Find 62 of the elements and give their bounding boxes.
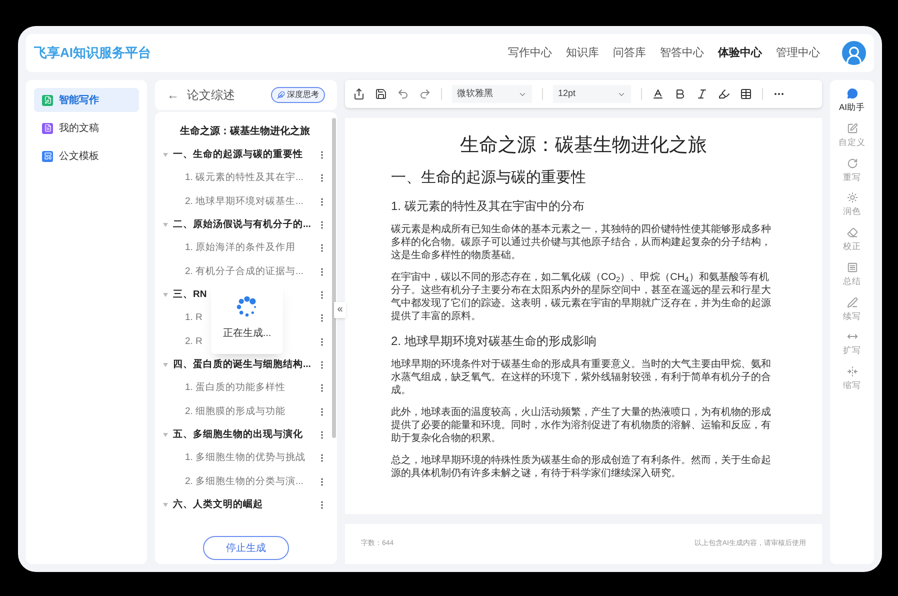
sidebar-item[interactable]: 我的文稿 (34, 116, 139, 140)
nav-link[interactable]: 知识库 (566, 44, 599, 62)
outline-section[interactable]: 五、多细胞生物的出现与演化 (173, 428, 317, 442)
avatar-icon[interactable] (842, 41, 866, 65)
outline-item[interactable]: 2. 地球早期环境对碳基生... (185, 194, 317, 210)
outline-section[interactable]: 四、蛋白质的诞生与细胞结构... (173, 358, 317, 372)
document-title: 生命之源：碳基生物进化之旅 (459, 134, 708, 158)
sidebar-item[interactable]: 公文模板 (34, 144, 139, 168)
table-icon[interactable] (740, 88, 752, 100)
nav-link[interactable]: 智答中心 (660, 44, 704, 62)
list-icon (846, 262, 858, 273)
outline-item[interactable]: 1. 蛋白质的功能多样性 (185, 380, 317, 396)
tool-button[interactable]: AI助手 (838, 88, 866, 114)
fold-icon (846, 366, 858, 377)
text-color-icon[interactable] (652, 88, 664, 100)
outline-section[interactable]: 二、原始汤假说与有机分子的... (173, 218, 317, 232)
chat-bubble-icon (846, 88, 858, 99)
sun-icon (846, 192, 858, 204)
redo-icon[interactable] (419, 88, 431, 100)
paragraph: 地球早期的环境条件对于碳基生命的形成具有重要意义。当时的大气主要由甲烷、氨和水蒸气组成，缺乏氧气。在这样的环境下，紫外线辐射较强，有利于简单有机分子的合成。 (391, 358, 772, 397)
panel-title: 论文综述 (187, 87, 235, 104)
eraser-icon (846, 227, 858, 238)
back-button[interactable]: ← (167, 86, 179, 104)
logo: 飞享AI知识服务平台 (34, 44, 151, 62)
save-icon[interactable] (375, 88, 387, 100)
outline-item[interactable]: 1. 多细胞生物的优势与挑战 (185, 450, 317, 466)
outline-item[interactable]: 2. 有机分子合成的证据与... (185, 264, 317, 280)
share-icon[interactable] (353, 88, 365, 100)
deep-thinking-badge[interactable]: 深度思考 (271, 87, 325, 103)
collapse-button[interactable]: « (334, 302, 346, 318)
section-heading: 一、生命的起源与碳的重要性 (391, 168, 587, 188)
paragraph: 碳元素是构成所有已知生命体的基本元素之一，其独特的四价键特性使其能够形成多种多样的化合物。碳原子可以通过共价键与其他原子结合，从而构建起复杂的分子结构，这是生命多样性的物质基础。 (391, 223, 772, 262)
font-select[interactable]: 微软雅黑 (452, 85, 532, 103)
paragraph: 此外，地球表面的温度较高，火山活动频繁，产生了大量的热液喷口，为有机物的形成提供了必要的能量和环境。同时，水作为溶剂促进了有机物质的溶解、运输和反应，有助于复杂化合物的积累。 (391, 406, 772, 445)
nav-link[interactable]: 问答库 (613, 44, 646, 62)
outline-item[interactable]: 2. 多细胞生物的分类与演... (185, 474, 317, 490)
stop-button[interactable]: 停止生成 (203, 536, 289, 560)
nav-link[interactable]: 体验中心 (718, 44, 762, 62)
outline-section[interactable]: 六、人类文明的崛起 (173, 498, 317, 512)
scrollbar[interactable] (332, 118, 336, 438)
outline-section[interactable]: 一、生命的起源与碳的重要性 (173, 148, 317, 162)
nav-link[interactable]: 写作中心 (508, 44, 552, 62)
paragraph: 在宇宙中，碳以不同的形态存在，如二氧化碳（CO$_{2}$）、甲烷（CH$_{4}$）和氨基酸等有机分子。这些有机分子主要分布在太阳系内外的星际空间中，甚至在遥远的星云和行星大气中都发现了它们的踪迹。这表明，碳元素在宇宙的早期就广泛存在，并为生命的起源提供了丰富的原料。 (391, 271, 772, 323)
spinner-icon (236, 296, 258, 318)
pen-icon (846, 296, 858, 308)
bold-icon[interactable] (674, 88, 686, 100)
nav-link[interactable]: 管理中心 (776, 44, 820, 62)
outline-item[interactable]: 2. 细胞膜的形成与功能 (185, 404, 317, 420)
paragraph: 总之，地球早期环境的特殊性质为碳基生命的形成创造了有利条件。然而，关于生命起源的具体机制仍有许多未解之谜，有待于科学家们继续深入研究。 (391, 454, 772, 480)
subsection-heading: 1. 碳元素的特性及其在宇宙中的分布 (391, 198, 586, 215)
italic-icon[interactable] (696, 88, 708, 100)
loading-text: 正在生成... (222, 326, 272, 340)
outline-title: 生命之源：碳基生物进化之旅 (178, 124, 311, 139)
highlighter-icon[interactable] (718, 88, 730, 100)
undo-icon[interactable] (397, 88, 409, 100)
rotate-icon (846, 158, 858, 168)
subsection-heading: 2. 地球早期环境对碳基生命的形成影响 (391, 333, 598, 350)
edit-icon (846, 122, 858, 134)
sidebar-item[interactable]: 智能写作 (34, 88, 139, 112)
size-select[interactable]: 12pt (553, 85, 631, 103)
outline-item[interactable]: 1. 原始海洋的条件及作用 (185, 240, 317, 256)
outline-item[interactable]: 1. 碳元素的特性及其在宇... (185, 170, 317, 186)
